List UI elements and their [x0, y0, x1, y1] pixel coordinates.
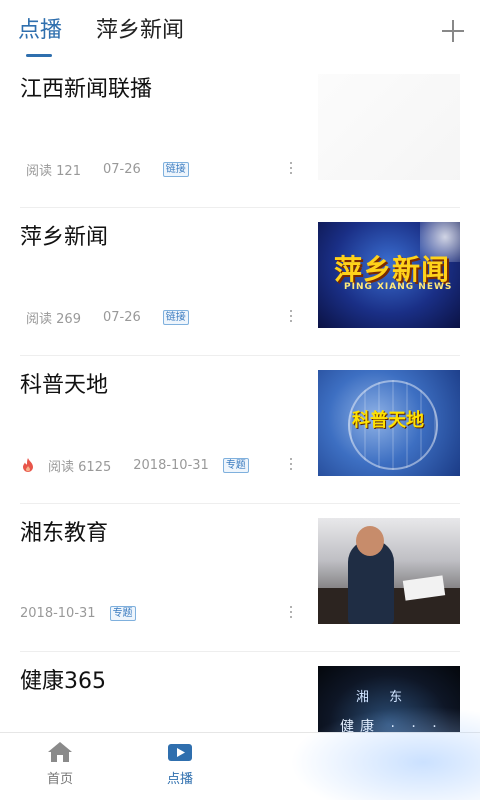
nav-label: 首页 [46, 772, 73, 787]
item-meta: 2018-10-31 专题 [20, 603, 136, 623]
list-item[interactable]: 健康365 湘 东 健康 · · · [0, 652, 480, 732]
item-date: 07-26 [102, 161, 141, 177]
thumbnail-subtitle: PING XIANG NEWS [344, 282, 453, 292]
item-title: 江西新闻联播 [20, 77, 153, 102]
item-title: 湘东教育 [20, 521, 109, 546]
item-date: 2018-10-31 [133, 457, 209, 473]
read-count: 阅读 121 [26, 163, 81, 179]
more-options-icon[interactable] [289, 458, 293, 472]
item-meta: 阅读 269 07-26 链接 [26, 307, 189, 327]
type-badge: 链接 [162, 309, 189, 325]
item-thumbnail: 科普天地 [318, 370, 460, 476]
fire-icon [23, 458, 33, 472]
plus-icon[interactable] [442, 20, 464, 42]
type-badge: 链接 [162, 161, 189, 177]
content-list[interactable]: 江西新闻联播 阅读 121 07-26 链接 萍乡新闻 阅读 269 07-26… [0, 60, 480, 732]
thumbnail-title: 湘 东 [356, 690, 411, 705]
thumbnail-subtitle: 健康 · · · [340, 719, 443, 732]
item-meta: 阅读 6125 2018-10-31 专题 [22, 455, 249, 475]
bottom-nav: 首页 点播 [0, 732, 480, 800]
more-options-icon[interactable] [289, 606, 293, 620]
item-meta: 阅读 121 07-26 链接 [26, 159, 189, 179]
list-item[interactable]: 江西新闻联播 阅读 121 07-26 链接 [0, 60, 480, 208]
tab-pingxiang-news[interactable]: 萍乡新闻 [96, 16, 184, 46]
more-options-icon[interactable] [289, 162, 293, 176]
nav-label: 点播 [166, 772, 193, 787]
item-thumbnail [318, 518, 460, 624]
item-thumbnail: 萍乡新闻 PING XIANG NEWS [318, 222, 460, 328]
home-icon [48, 742, 72, 762]
thumbnail-title: 科普天地 [352, 410, 424, 431]
item-title: 萍乡新闻 [20, 225, 109, 250]
more-options-icon[interactable] [289, 310, 293, 324]
active-tab-indicator [26, 54, 52, 57]
nav-home[interactable]: 首页 [30, 741, 90, 787]
nav-dianbo[interactable]: 点播 [150, 741, 210, 787]
top-bar: 点播 萍乡新闻 [0, 0, 480, 60]
item-date: 07-26 [102, 309, 141, 325]
list-item[interactable]: 湘东教育 2018-10-31 专题 [0, 504, 480, 652]
list-item[interactable]: 萍乡新闻 阅读 269 07-26 链接 萍乡新闻 PING XIANG NEW… [0, 208, 480, 356]
type-badge: 专题 [109, 605, 136, 621]
list-item[interactable]: 科普天地 阅读 6125 2018-10-31 专题 科普天地 [0, 356, 480, 504]
read-count: 阅读 269 [26, 311, 81, 327]
item-thumbnail: 湘 东 健康 · · · [318, 666, 460, 732]
item-title: 健康365 [20, 669, 106, 694]
item-date: 2018-10-31 [20, 605, 96, 621]
tab-dianbo[interactable]: 点播 [18, 16, 62, 46]
item-thumbnail [318, 74, 460, 180]
play-icon [168, 744, 192, 761]
item-title: 科普天地 [20, 373, 109, 398]
read-count: 阅读 6125 [48, 459, 112, 475]
type-badge: 专题 [222, 457, 249, 473]
